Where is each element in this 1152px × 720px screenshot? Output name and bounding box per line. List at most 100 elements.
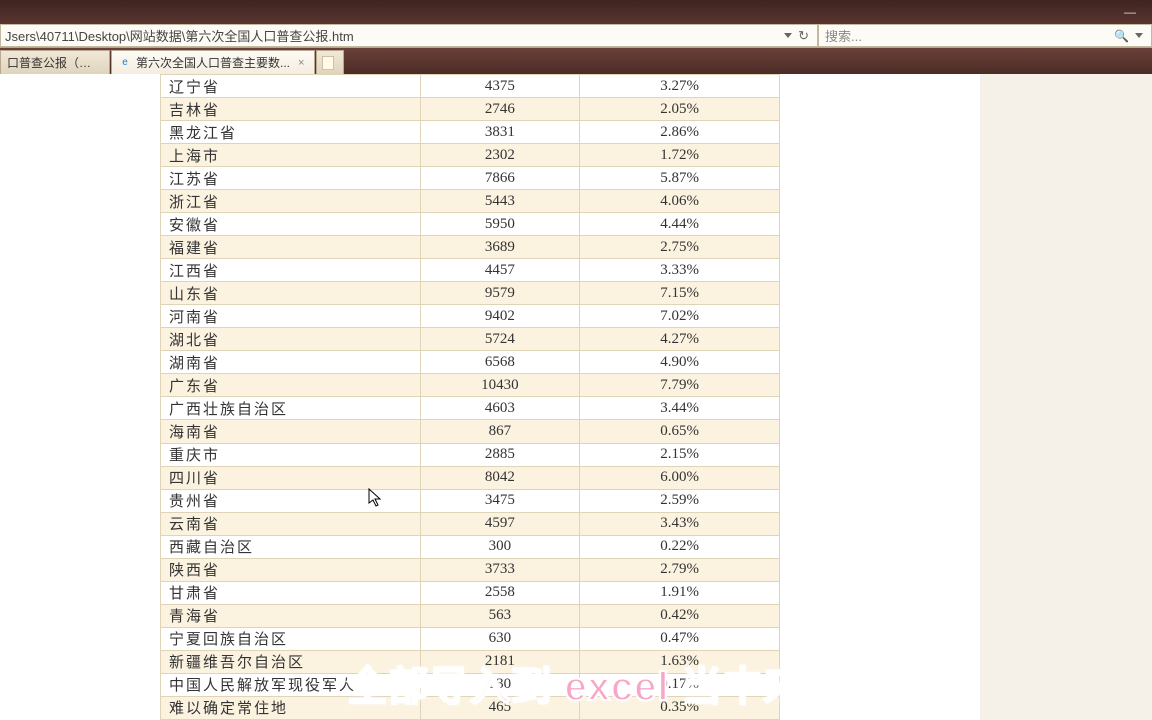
province-name: 贵州省 <box>161 489 421 512</box>
province-name: 福建省 <box>161 236 421 259</box>
tab-label: 口普查公报（第1... <box>7 54 99 71</box>
table-row: 四川省80426.00% <box>161 466 780 489</box>
province-name: 湖北省 <box>161 328 421 351</box>
province-name: 黑龙江省 <box>161 121 421 144</box>
address-controls: ↻ <box>784 28 817 44</box>
province-name: 宁夏回族自治区 <box>161 627 421 650</box>
table-row: 西藏自治区3000.22% <box>161 535 780 558</box>
province-name: 海南省 <box>161 420 421 443</box>
population-value: 3831 <box>420 121 580 144</box>
percentage-value: 2.79% <box>580 558 780 581</box>
province-name: 吉林省 <box>161 98 421 121</box>
search-controls: 🔍 <box>1114 29 1151 43</box>
table-row: 云南省45973.43% <box>161 512 780 535</box>
population-value: 5443 <box>420 190 580 213</box>
table-row: 甘肃省25581.91% <box>161 581 780 604</box>
table-row: 江西省44573.33% <box>161 259 780 282</box>
tab-close-button[interactable]: × <box>298 57 304 69</box>
table-row: 陕西省37332.79% <box>161 558 780 581</box>
province-name: 甘肃省 <box>161 581 421 604</box>
province-name: 江苏省 <box>161 167 421 190</box>
population-value: 9402 <box>420 305 580 328</box>
percentage-value: 2.75% <box>580 236 780 259</box>
province-name: 陕西省 <box>161 558 421 581</box>
percentage-value: 0.47% <box>580 627 780 650</box>
address-bar[interactable]: Jsers\40711\Desktop\网站数据\第六次全国人口普查公报.htm… <box>0 24 818 47</box>
table-row: 湖南省65684.90% <box>161 351 780 374</box>
table-row: 海南省8670.65% <box>161 420 780 443</box>
population-value: 4457 <box>420 259 580 282</box>
search-dropdown-icon[interactable] <box>1135 33 1143 38</box>
percentage-value: 2.05% <box>580 98 780 121</box>
province-name: 安徽省 <box>161 213 421 236</box>
percentage-value: 3.43% <box>580 512 780 535</box>
table-row: 上海市23021.72% <box>161 144 780 167</box>
table-row: 河南省94027.02% <box>161 305 780 328</box>
province-name: 辽宁省 <box>161 75 421 98</box>
percentage-value: 3.33% <box>580 259 780 282</box>
province-name: 西藏自治区 <box>161 535 421 558</box>
search-icon[interactable]: 🔍 <box>1114 29 1129 43</box>
dropdown-icon[interactable] <box>784 33 792 38</box>
population-value: 3475 <box>420 489 580 512</box>
percentage-value: 0.42% <box>580 604 780 627</box>
tab-strip: 口普查公报（第1... e 第六次全国人口普查主要数... × <box>0 48 1152 74</box>
table-row: 广西壮族自治区46033.44% <box>161 397 780 420</box>
province-name: 湖南省 <box>161 351 421 374</box>
population-value: 867 <box>420 420 580 443</box>
table-row: 广东省104307.79% <box>161 374 780 397</box>
minimize-button[interactable]: — <box>1116 3 1144 21</box>
percentage-value: 4.27% <box>580 328 780 351</box>
table-row: 重庆市28852.15% <box>161 443 780 466</box>
document-page: 辽宁省43753.27%吉林省27462.05%黑龙江省38312.86%上海市… <box>0 74 980 720</box>
tab-inactive[interactable]: 口普查公报（第1... <box>0 50 110 74</box>
population-value: 2558 <box>420 581 580 604</box>
table-row: 吉林省27462.05% <box>161 98 780 121</box>
search-bar[interactable]: 搜索... 🔍 <box>818 24 1152 47</box>
table-row: 宁夏回族自治区6300.47% <box>161 627 780 650</box>
province-name: 广东省 <box>161 374 421 397</box>
population-value: 7866 <box>420 167 580 190</box>
population-value: 3689 <box>420 236 580 259</box>
new-tab-button[interactable] <box>316 50 344 74</box>
percentage-value: 0.65% <box>580 420 780 443</box>
table-row: 湖北省57244.27% <box>161 328 780 351</box>
census-data-table: 辽宁省43753.27%吉林省27462.05%黑龙江省38312.86%上海市… <box>160 74 780 720</box>
population-value: 563 <box>420 604 580 627</box>
population-value: 8042 <box>420 466 580 489</box>
table-row: 安徽省59504.44% <box>161 213 780 236</box>
percentage-value: 7.79% <box>580 374 780 397</box>
table-row: 福建省36892.75% <box>161 236 780 259</box>
search-placeholder: 搜索... <box>825 26 862 45</box>
province-name: 重庆市 <box>161 443 421 466</box>
ie-favicon-icon: e <box>118 56 132 70</box>
tab-active[interactable]: e 第六次全国人口普查主要数... × <box>111 50 315 74</box>
province-name: 河南省 <box>161 305 421 328</box>
percentage-value: 7.15% <box>580 282 780 305</box>
address-text: Jsers\40711\Desktop\网站数据\第六次全国人口普查公报.htm <box>5 26 354 45</box>
percentage-value: 2.86% <box>580 121 780 144</box>
table-row: 贵州省34752.59% <box>161 489 780 512</box>
population-value: 4603 <box>420 397 580 420</box>
province-name: 江西省 <box>161 259 421 282</box>
window-titlebar: — <box>0 0 1152 24</box>
province-name: 云南省 <box>161 512 421 535</box>
population-value: 5950 <box>420 213 580 236</box>
population-value: 4597 <box>420 512 580 535</box>
table-row: 黑龙江省38312.86% <box>161 121 780 144</box>
percentage-value: 2.59% <box>580 489 780 512</box>
population-value: 10430 <box>420 374 580 397</box>
refresh-icon[interactable]: ↻ <box>798 28 809 44</box>
page-content: 辽宁省43753.27%吉林省27462.05%黑龙江省38312.86%上海市… <box>0 74 1152 720</box>
table-row: 山东省95797.15% <box>161 282 780 305</box>
population-value: 2746 <box>420 98 580 121</box>
population-value: 2885 <box>420 443 580 466</box>
percentage-value: 6.00% <box>580 466 780 489</box>
population-value: 6568 <box>420 351 580 374</box>
table-row: 江苏省78665.87% <box>161 167 780 190</box>
percentage-value: 3.44% <box>580 397 780 420</box>
province-name: 广西壮族自治区 <box>161 397 421 420</box>
province-name: 青海省 <box>161 604 421 627</box>
population-value: 4375 <box>420 75 580 98</box>
population-value: 630 <box>420 627 580 650</box>
